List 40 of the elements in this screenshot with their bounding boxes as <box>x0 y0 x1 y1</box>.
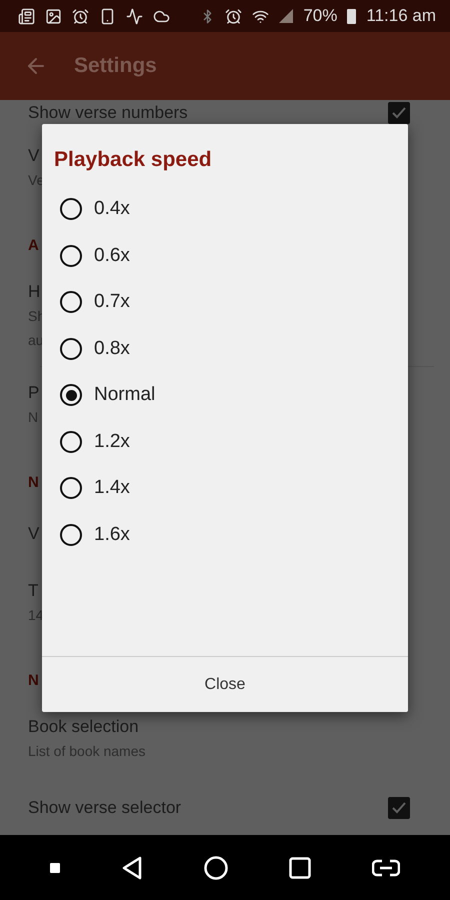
section-header: N <box>28 671 39 691</box>
close-button[interactable]: Close <box>42 656 408 712</box>
chart-icon <box>126 8 143 24</box>
checkbox[interactable] <box>388 102 410 124</box>
alarm-icon <box>72 8 89 24</box>
app-bar-title: Settings <box>74 54 157 78</box>
radio-button[interactable] <box>60 244 82 267</box>
radio-button[interactable] <box>60 291 82 314</box>
battery-percent: 70% <box>303 6 338 26</box>
checkmark-icon <box>392 107 406 119</box>
radio-button[interactable] <box>60 524 82 546</box>
link-icon[interactable] <box>372 858 400 878</box>
dialog-title: Playback speed <box>53 147 213 173</box>
option-label[interactable]: Normal <box>94 384 156 406</box>
radio-button[interactable] <box>60 338 82 360</box>
back-icon[interactable] <box>121 856 144 880</box>
option-label[interactable]: 1.6x <box>94 524 130 546</box>
radio-button[interactable] <box>60 384 82 406</box>
radio-button[interactable] <box>60 477 82 500</box>
radio-button[interactable] <box>60 430 82 453</box>
image-icon <box>45 8 62 24</box>
signal-icon <box>279 9 294 23</box>
option-label[interactable]: 0.6x <box>94 244 130 267</box>
newspaper-icon <box>18 8 35 24</box>
option-label[interactable]: 1.4x <box>94 477 130 500</box>
battery-icon <box>347 8 356 24</box>
phone-icon <box>99 8 116 24</box>
home-icon[interactable] <box>204 856 228 880</box>
option-label[interactable]: 0.7x <box>94 291 130 314</box>
recents-icon[interactable] <box>288 856 311 878</box>
checkmark-icon <box>392 802 406 814</box>
section-header: N <box>28 473 39 493</box>
alarm-icon <box>225 8 242 24</box>
option-label[interactable]: 0.4x <box>94 198 130 220</box>
option-label[interactable]: 0.8x <box>94 338 130 360</box>
checkbox[interactable] <box>388 797 410 819</box>
section-header: A <box>28 236 39 256</box>
clock-time: 11:16 am <box>366 6 436 26</box>
option-label[interactable]: 1.2x <box>94 430 130 453</box>
radio-button[interactable] <box>60 198 82 220</box>
